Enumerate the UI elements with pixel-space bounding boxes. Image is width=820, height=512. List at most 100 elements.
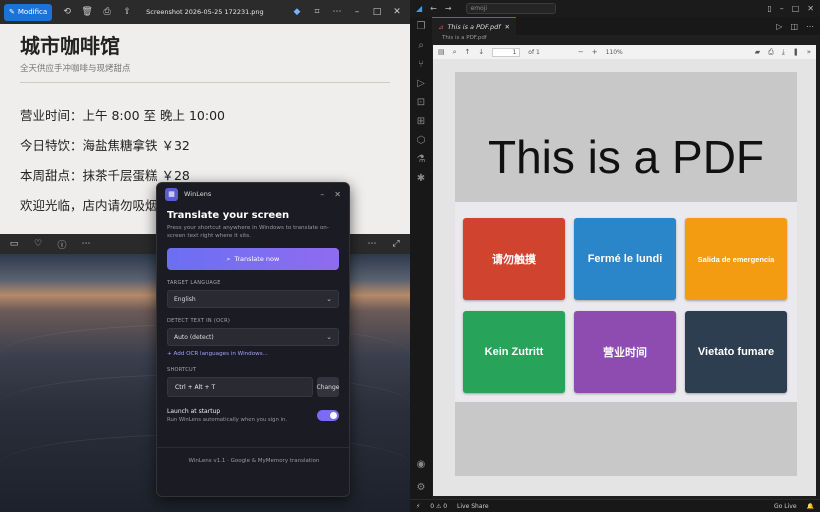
close-icon[interactable]: ✕	[334, 190, 341, 199]
command-center-search[interactable]: emoji	[465, 3, 556, 14]
vscode-logo-icon: ◢	[416, 4, 423, 13]
modify-label: Modifica	[17, 8, 48, 16]
more-icon[interactable]: ⋯	[363, 235, 381, 253]
info-icon[interactable]: ⓘ	[53, 235, 71, 253]
zoom-out-icon[interactable]: −	[578, 48, 584, 56]
detect-language-select[interactable]: Auto (detect) ⌄	[167, 328, 339, 346]
sign-grid: 请勿触摸 Fermé le lundi Salida de emergencia…	[455, 202, 797, 402]
copilot-icon[interactable]: ◆	[288, 3, 306, 21]
launch-at-startup-row: Launch at startup Run WinLens automatica…	[167, 408, 339, 423]
crop-icon[interactable]: ⌗	[308, 3, 326, 21]
sign-tile: 营业时间	[574, 311, 676, 393]
layout-icon[interactable]: ▯	[767, 4, 771, 13]
viewer-toolbar: ✎ Modifica ⟲ 🗑 ⎙ ⇪ Screenshot 2026-05-25…	[0, 0, 410, 24]
status-bar: ⚡ 0 ⚠ 0 Live Share Go Live 🔔	[410, 499, 820, 512]
maximize-icon[interactable]: □	[368, 3, 386, 21]
sign-tile: Fermé le lundi	[574, 218, 676, 300]
run-icon[interactable]: ▷	[776, 22, 782, 31]
minimize-icon[interactable]: –	[780, 4, 784, 13]
close-icon[interactable]: ✕	[807, 4, 814, 13]
more-icon[interactable]: ⋯	[806, 22, 814, 31]
zoom-in-icon[interactable]: +	[592, 48, 598, 56]
containers-icon[interactable]: ⬡	[417, 135, 426, 146]
change-shortcut-button[interactable]: Change	[317, 377, 340, 397]
zoom-select[interactable]: 110%	[606, 49, 646, 56]
add-ocr-languages-link[interactable]: + Add OCR languages in Windows...	[157, 346, 349, 357]
go-live-button[interactable]: Go Live	[774, 503, 796, 510]
delete-icon[interactable]: 🗑	[78, 3, 96, 21]
bookmark-icon[interactable]: ❚	[793, 48, 799, 56]
pdf-toolbar: ▤ ⌕ ↑ ↓ 1 of 1 − + 110% ▰ ⎙ ⤓ ❚ »	[433, 45, 816, 59]
startup-title: Launch at startup	[167, 408, 221, 415]
download-icon[interactable]: ⤓	[782, 48, 785, 57]
winlens-heading: Translate your screen	[167, 210, 290, 221]
testing-icon[interactable]: ⚗	[417, 154, 426, 165]
remote-icon[interactable]: ⊡	[417, 97, 425, 108]
translate-button-label: Translate now	[234, 255, 280, 263]
modify-button[interactable]: ✎ Modifica	[4, 3, 53, 21]
remote-indicator-icon[interactable]: ⚡	[416, 503, 420, 510]
account-icon[interactable]: ◉	[417, 459, 426, 470]
prev-page-icon[interactable]: ↑	[465, 48, 471, 56]
run-debug-icon[interactable]: ▷	[417, 78, 425, 89]
maximize-icon[interactable]: □	[792, 4, 800, 13]
winlens-logo-icon: ▦	[165, 187, 178, 201]
explorer-icon[interactable]: ❐	[417, 21, 426, 32]
search-icon[interactable]: ⌕	[453, 48, 457, 57]
open-icon[interactable]: ▰	[755, 48, 760, 56]
gear-icon[interactable]: ⚙	[417, 482, 426, 493]
startup-toggle[interactable]	[317, 410, 339, 421]
breadcrumb[interactable]: This is a PDF.pdf	[432, 35, 820, 45]
sign-tile: Kein Zutritt	[463, 311, 565, 393]
fullscreen-icon[interactable]: ⤢	[387, 235, 405, 253]
print-icon[interactable]: ⎙	[98, 3, 116, 21]
filmstrip-icon[interactable]: ▭	[5, 235, 23, 253]
live-share-button[interactable]: Live Share	[457, 503, 488, 510]
minimize-icon[interactable]: –	[320, 190, 324, 199]
target-language-label: TARGET LANGUAGE	[167, 280, 221, 286]
favorite-icon[interactable]: ♡	[29, 235, 47, 253]
split-editor-icon[interactable]: ◫	[790, 22, 798, 31]
close-icon[interactable]: ✕	[388, 3, 406, 21]
startup-description: Run WinLens automatically when you sign …	[167, 417, 288, 423]
sign-tile: Salida de emergencia	[685, 218, 787, 300]
tab-pdf[interactable]: ⊿ This is a PDF.pdf ✕	[432, 17, 516, 35]
close-tab-icon[interactable]: ✕	[505, 23, 510, 31]
target-language-select[interactable]: English ⌄	[167, 290, 339, 308]
print-icon[interactable]: ⎙	[768, 48, 774, 57]
source-control-icon[interactable]: ⑂	[418, 59, 424, 70]
winlens-titlebar: ▦ WinLens – ✕	[157, 183, 349, 205]
search-icon[interactable]: ⌕	[418, 40, 424, 51]
translate-now-button[interactable]: ⌕ Translate now	[167, 248, 339, 270]
problems-indicator[interactable]: 0 ⚠ 0	[430, 503, 447, 510]
tab-label: This is a PDF.pdf	[447, 22, 501, 31]
drink-line: 今日特饮：海盐焦糖拿铁 ￥32	[20, 138, 190, 153]
shortcut-label: SHORTCUT	[167, 367, 197, 373]
search-icon: ⌕	[226, 254, 231, 263]
page-number-input[interactable]: 1	[492, 47, 521, 57]
rotate-icon[interactable]: ⟲	[58, 3, 76, 21]
winlens-footer: WinLens v1.1 · Google & MyMemory transla…	[157, 447, 349, 464]
winlens-description: Press your shortcut anywhere in Windows …	[167, 225, 329, 239]
notifications-icon[interactable]: 🔔	[807, 503, 814, 510]
next-page-icon[interactable]: ↓	[478, 48, 484, 56]
dessert-line: 本周甜点：抹茶千层蛋糕 ￥28	[20, 168, 190, 183]
target-language-value: English	[174, 295, 196, 303]
sidebar-toggle-icon[interactable]: ▤	[438, 48, 445, 56]
pdf-file-icon: ⊿	[438, 22, 444, 31]
forward-icon[interactable]: →	[445, 4, 452, 13]
toggle-knob	[330, 412, 337, 419]
tools-icon[interactable]: »	[807, 48, 811, 56]
minimize-icon[interactable]: –	[348, 3, 366, 21]
detect-label: DETECT TEXT IN (OCR)	[167, 318, 231, 324]
more-icon[interactable]: ⋯	[77, 235, 95, 253]
share-icon[interactable]: ⇪	[118, 3, 136, 21]
settings-sync-icon[interactable]: ✱	[417, 173, 425, 184]
more-icon[interactable]: ⋯	[328, 3, 346, 21]
extensions-icon[interactable]: ⊞	[417, 116, 425, 127]
pdf-title: This is a PDF	[487, 131, 765, 183]
file-name: Screenshot 2026-05-25 172231.png	[146, 8, 264, 16]
back-icon[interactable]: ←	[430, 4, 437, 13]
chevron-down-icon: ⌄	[326, 295, 332, 303]
shortcut-keys: Ctrl + Alt + T	[167, 377, 313, 397]
